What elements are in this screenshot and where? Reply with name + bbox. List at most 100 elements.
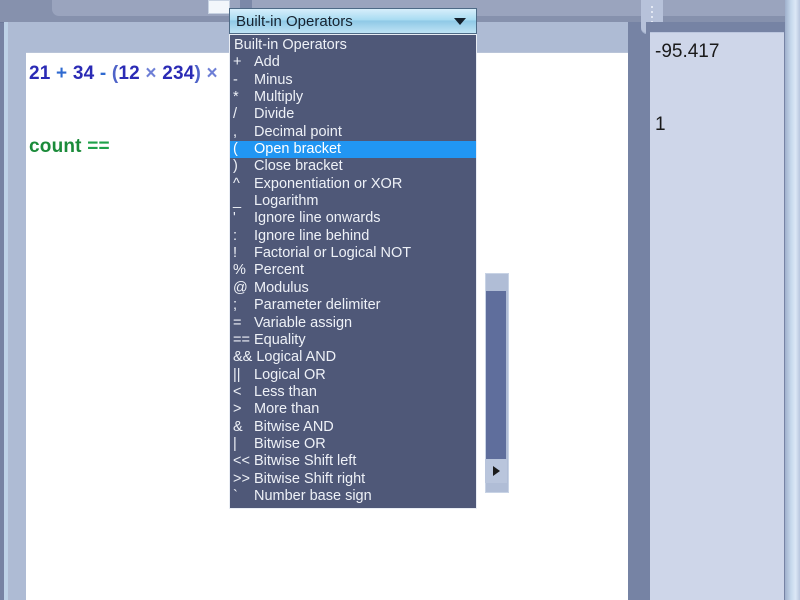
dropdown-item[interactable]: , Decimal point — [230, 124, 476, 141]
dropdown-item-symbol: @ — [233, 279, 248, 296]
editor-token: 12 — [118, 63, 140, 84]
window-right-edge — [785, 0, 800, 600]
dropdown-item[interactable]: @ Modulus — [230, 280, 476, 297]
dropdown-item-symbol: == — [233, 331, 250, 348]
drag-grip-icon — [651, 6, 653, 23]
dropdown-item[interactable]: && Logical AND — [230, 349, 476, 366]
dropdown-item-symbol: * — [233, 89, 239, 106]
builtin-operators-combobox[interactable]: Built-in Operators — [229, 8, 477, 34]
dropdown-item-label: Number base sign — [254, 487, 372, 504]
dropdown-item-label: Logical AND — [256, 349, 337, 366]
dropdown-item[interactable]: | Bitwise OR — [230, 436, 476, 453]
dropdown-item-label: Close bracket — [254, 158, 343, 175]
editor-scrollbar-thumb[interactable] — [486, 291, 506, 459]
editor-line-1[interactable]: 21 + 34 - (12 × 234) × — [29, 63, 218, 85]
dropdown-item-symbol: + — [233, 54, 242, 71]
dropdown-item[interactable]: + Add — [230, 54, 476, 71]
dropdown-item-symbol: ; — [233, 297, 238, 314]
app-window: 21 + 34 - (12 × 234) × count == -95.417 … — [0, 0, 800, 600]
scrollbar-arrow-right-button[interactable] — [485, 459, 507, 483]
dropdown-item-label: Built-in Operators — [234, 37, 347, 53]
editor-token: count — [29, 136, 82, 157]
dropdown-item[interactable]: ) Close bracket — [230, 158, 476, 175]
dropdown-item-label: Minus — [254, 71, 293, 88]
dropdown-item-label: Multiply — [254, 89, 304, 106]
editor-token: - — [94, 63, 112, 84]
dropdown-item[interactable]: << Bitwise Shift left — [230, 453, 476, 470]
arrow-right-icon — [492, 466, 500, 476]
dropdown-item[interactable]: >> Bitwise Shift right — [230, 471, 476, 488]
dropdown-item[interactable]: ; Parameter delimiter — [230, 297, 476, 314]
dropdown-item-symbol: / — [233, 106, 238, 123]
dropdown-item-label: Less than — [254, 383, 317, 400]
dropdown-item-symbol: = — [233, 314, 242, 331]
dropdown-item-symbol: : — [233, 227, 238, 244]
dropdown-item-symbol: ( — [233, 141, 238, 158]
dropdown-item-label: Bitwise AND — [254, 418, 334, 435]
dropdown-item-symbol: || — [233, 366, 241, 383]
editor-token: 34 — [72, 63, 95, 84]
dropdown-item-symbol: < — [233, 383, 242, 400]
dropdown-item-label: More than — [254, 401, 320, 418]
dropdown-item-symbol: << — [233, 453, 250, 470]
dropdown-item-label: Bitwise OR — [254, 435, 326, 452]
builtin-operators-dropdown[interactable]: Built-in Operators + Add - Minus * Multiply / Di… — [229, 34, 477, 510]
dropdown-item[interactable]: ^ Exponentiation or XOR — [230, 176, 476, 193]
dropdown-item-symbol: > — [233, 401, 242, 418]
dropdown-item-label: Add — [254, 54, 280, 71]
dropdown-item[interactable]: == Equality — [230, 332, 476, 349]
dropdown-item-label: Bitwise Shift left — [254, 453, 357, 470]
dropdown-item-label: Ignore line behind — [254, 227, 370, 244]
dropdown-item-symbol: ` — [233, 487, 238, 504]
dropdown-item-label: Parameter delimiter — [254, 297, 381, 314]
dropdown-item-symbol: _ — [233, 193, 242, 210]
combobox-selected-label: Built-in Operators — [236, 12, 353, 30]
dropdown-item[interactable]: & Bitwise AND — [230, 419, 476, 436]
dropdown-item-label: Decimal point — [254, 123, 342, 140]
pane-splitter[interactable] — [628, 22, 646, 600]
editor-token: 234 — [162, 63, 195, 84]
dropdown-item-symbol: ^ — [233, 175, 240, 192]
dropdown-item[interactable]: = Variable assign — [230, 315, 476, 332]
toolbar-button-light[interactable] — [208, 0, 230, 14]
editor-token: + — [50, 63, 73, 84]
dropdown-item[interactable]: / Divide — [230, 106, 476, 123]
dropdown-item[interactable]: : Ignore line behind — [230, 228, 476, 245]
dropdown-item-label: Exponentiation or XOR — [254, 175, 403, 192]
dropdown-item-symbol: , — [233, 123, 238, 140]
dropdown-item[interactable]: > More than — [230, 401, 476, 418]
dropdown-item[interactable]: || Logical OR — [230, 367, 476, 384]
dropdown-item-symbol: & — [233, 418, 243, 435]
dropdown-item[interactable]: ` Number base sign — [230, 488, 476, 505]
dropdown-item-label: Divide — [254, 106, 295, 123]
dropdown-item-label: Factorial or Logical NOT — [254, 245, 412, 262]
editor-token: × — [139, 63, 163, 84]
dropdown-item[interactable]: * Multiply — [230, 89, 476, 106]
dropdown-item-label: Logical OR — [254, 366, 326, 383]
dropdown-item-label: Percent — [254, 262, 304, 279]
editor-token: == — [87, 136, 110, 157]
dropdown-item[interactable]: ' Ignore line onwards — [230, 210, 476, 227]
dropdown-item[interactable]: < Less than — [230, 384, 476, 401]
dropdown-item-label: Modulus — [254, 279, 309, 296]
editor-token: × — [201, 63, 218, 84]
chevron-down-icon — [454, 17, 466, 25]
dropdown-item[interactable]: (Open bracket — [230, 141, 476, 159]
dropdown-item-symbol: - — [233, 71, 238, 88]
result-value-1: -95.417 — [655, 41, 720, 62]
dropdown-item-symbol: | — [233, 435, 237, 452]
dropdown-item-label: Logarithm — [254, 193, 319, 210]
editor-token: 21 — [29, 63, 51, 84]
results-panel: -95.417 1 — [650, 32, 784, 600]
dropdown-item[interactable]: ! Factorial or Logical NOT — [230, 245, 476, 262]
dropdown-item-label: Variable assign — [254, 314, 353, 331]
dropdown-item[interactable]: Built-in Operators — [230, 37, 476, 54]
editor-line-2[interactable]: count == — [29, 136, 110, 158]
dropdown-item[interactable]: _ Logarithm — [230, 193, 476, 210]
dropdown-item[interactable]: - Minus — [230, 72, 476, 89]
dropdown-item-symbol: ' — [233, 210, 236, 227]
dropdown-item[interactable]: % Percent — [230, 262, 476, 279]
dropdown-item-symbol: ! — [233, 245, 238, 262]
dropdown-item-label: Bitwise Shift right — [254, 470, 366, 487]
dropdown-item-symbol: % — [233, 262, 246, 279]
